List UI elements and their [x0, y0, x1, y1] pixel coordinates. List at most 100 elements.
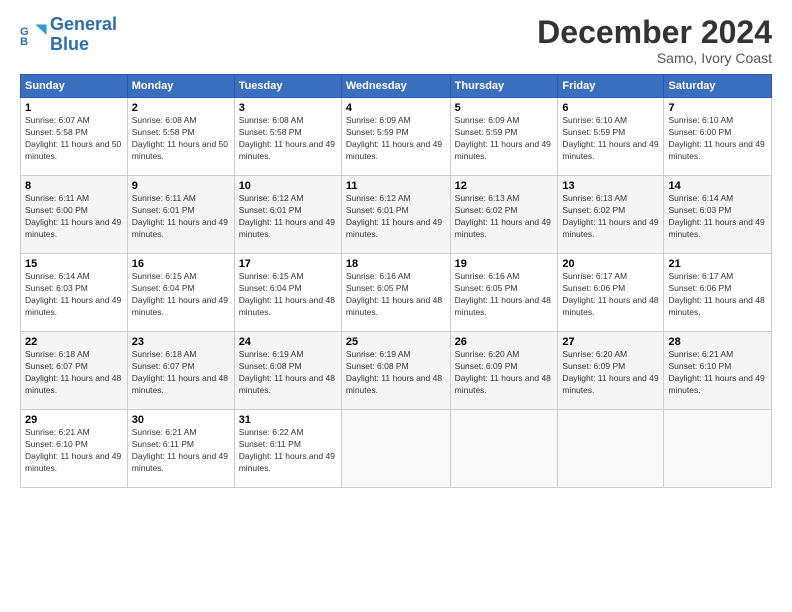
calendar-cell: 9Sunrise: 6:11 AMSunset: 6:01 PMDaylight… [127, 176, 234, 254]
day-info: Sunrise: 6:10 AMSunset: 6:00 PMDaylight:… [668, 115, 767, 163]
day-info: Sunrise: 6:16 AMSunset: 6:05 PMDaylight:… [455, 271, 554, 319]
day-info: Sunrise: 6:22 AMSunset: 6:11 PMDaylight:… [239, 427, 337, 475]
day-number: 19 [455, 258, 554, 270]
day-number: 8 [25, 180, 123, 192]
day-info: Sunrise: 6:13 AMSunset: 6:02 PMDaylight:… [455, 193, 554, 241]
day-header: Wednesday [341, 75, 450, 98]
day-info: Sunrise: 6:21 AMSunset: 6:11 PMDaylight:… [132, 427, 230, 475]
day-info: Sunrise: 6:19 AMSunset: 6:08 PMDaylight:… [239, 349, 337, 397]
day-number: 29 [25, 414, 123, 426]
calendar-cell: 26Sunrise: 6:20 AMSunset: 6:09 PMDayligh… [450, 332, 558, 410]
calendar-cell: 27Sunrise: 6:20 AMSunset: 6:09 PMDayligh… [558, 332, 664, 410]
day-header: Friday [558, 75, 664, 98]
day-info: Sunrise: 6:09 AMSunset: 5:59 PMDaylight:… [455, 115, 554, 163]
calendar-cell: 18Sunrise: 6:16 AMSunset: 6:05 PMDayligh… [341, 254, 450, 332]
calendar-cell: 4Sunrise: 6:09 AMSunset: 5:59 PMDaylight… [341, 98, 450, 176]
location-subtitle: Samo, Ivory Coast [537, 50, 772, 66]
day-info: Sunrise: 6:12 AMSunset: 6:01 PMDaylight:… [239, 193, 337, 241]
day-info: Sunrise: 6:14 AMSunset: 6:03 PMDaylight:… [25, 271, 123, 319]
calendar-cell: 1Sunrise: 6:07 AMSunset: 5:58 PMDaylight… [21, 98, 128, 176]
day-info: Sunrise: 6:09 AMSunset: 5:59 PMDaylight:… [346, 115, 446, 163]
calendar-cell: 24Sunrise: 6:19 AMSunset: 6:08 PMDayligh… [234, 332, 341, 410]
day-number: 30 [132, 414, 230, 426]
day-info: Sunrise: 6:08 AMSunset: 5:58 PMDaylight:… [239, 115, 337, 163]
day-info: Sunrise: 6:11 AMSunset: 6:00 PMDaylight:… [25, 193, 123, 241]
day-number: 9 [132, 180, 230, 192]
day-number: 2 [132, 102, 230, 114]
page: G B General Blue December 2024 Samo, Ivo… [0, 0, 792, 612]
day-number: 25 [346, 336, 446, 348]
calendar-cell [664, 410, 772, 488]
day-info: Sunrise: 6:17 AMSunset: 6:06 PMDaylight:… [562, 271, 659, 319]
day-info: Sunrise: 6:11 AMSunset: 6:01 PMDaylight:… [132, 193, 230, 241]
logo: G B General Blue [20, 15, 117, 55]
day-number: 26 [455, 336, 554, 348]
calendar-cell: 2Sunrise: 6:08 AMSunset: 5:58 PMDaylight… [127, 98, 234, 176]
day-info: Sunrise: 6:12 AMSunset: 6:01 PMDaylight:… [346, 193, 446, 241]
day-number: 24 [239, 336, 337, 348]
calendar-cell: 28Sunrise: 6:21 AMSunset: 6:10 PMDayligh… [664, 332, 772, 410]
day-number: 12 [455, 180, 554, 192]
calendar-cell: 23Sunrise: 6:18 AMSunset: 6:07 PMDayligh… [127, 332, 234, 410]
day-info: Sunrise: 6:20 AMSunset: 6:09 PMDaylight:… [562, 349, 659, 397]
day-info: Sunrise: 6:16 AMSunset: 6:05 PMDaylight:… [346, 271, 446, 319]
day-number: 5 [455, 102, 554, 114]
day-info: Sunrise: 6:10 AMSunset: 5:59 PMDaylight:… [562, 115, 659, 163]
day-number: 18 [346, 258, 446, 270]
calendar-cell: 29Sunrise: 6:21 AMSunset: 6:10 PMDayligh… [21, 410, 128, 488]
day-number: 1 [25, 102, 123, 114]
day-number: 6 [562, 102, 659, 114]
day-info: Sunrise: 6:15 AMSunset: 6:04 PMDaylight:… [132, 271, 230, 319]
calendar-cell: 31Sunrise: 6:22 AMSunset: 6:11 PMDayligh… [234, 410, 341, 488]
day-number: 16 [132, 258, 230, 270]
day-number: 14 [668, 180, 767, 192]
day-number: 11 [346, 180, 446, 192]
day-number: 28 [668, 336, 767, 348]
calendar-cell: 17Sunrise: 6:15 AMSunset: 6:04 PMDayligh… [234, 254, 341, 332]
calendar-cell: 14Sunrise: 6:14 AMSunset: 6:03 PMDayligh… [664, 176, 772, 254]
day-number: 27 [562, 336, 659, 348]
calendar-cell: 10Sunrise: 6:12 AMSunset: 6:01 PMDayligh… [234, 176, 341, 254]
svg-text:B: B [20, 36, 28, 48]
day-info: Sunrise: 6:18 AMSunset: 6:07 PMDaylight:… [25, 349, 123, 397]
day-header: Thursday [450, 75, 558, 98]
calendar-cell: 3Sunrise: 6:08 AMSunset: 5:58 PMDaylight… [234, 98, 341, 176]
title-area: December 2024 Samo, Ivory Coast [537, 15, 772, 66]
day-number: 15 [25, 258, 123, 270]
day-number: 20 [562, 258, 659, 270]
day-info: Sunrise: 6:18 AMSunset: 6:07 PMDaylight:… [132, 349, 230, 397]
calendar-cell: 21Sunrise: 6:17 AMSunset: 6:06 PMDayligh… [664, 254, 772, 332]
calendar-cell: 11Sunrise: 6:12 AMSunset: 6:01 PMDayligh… [341, 176, 450, 254]
month-title: December 2024 [537, 15, 772, 50]
calendar-cell [450, 410, 558, 488]
calendar-cell: 16Sunrise: 6:15 AMSunset: 6:04 PMDayligh… [127, 254, 234, 332]
day-header: Saturday [664, 75, 772, 98]
day-number: 17 [239, 258, 337, 270]
calendar-cell: 5Sunrise: 6:09 AMSunset: 5:59 PMDaylight… [450, 98, 558, 176]
day-info: Sunrise: 6:13 AMSunset: 6:02 PMDaylight:… [562, 193, 659, 241]
day-info: Sunrise: 6:07 AMSunset: 5:58 PMDaylight:… [25, 115, 123, 163]
calendar-cell: 22Sunrise: 6:18 AMSunset: 6:07 PMDayligh… [21, 332, 128, 410]
logo-icon: G B [20, 21, 48, 49]
day-info: Sunrise: 6:21 AMSunset: 6:10 PMDaylight:… [25, 427, 123, 475]
day-header: Monday [127, 75, 234, 98]
calendar-cell: 25Sunrise: 6:19 AMSunset: 6:08 PMDayligh… [341, 332, 450, 410]
day-info: Sunrise: 6:19 AMSunset: 6:08 PMDaylight:… [346, 349, 446, 397]
day-info: Sunrise: 6:08 AMSunset: 5:58 PMDaylight:… [132, 115, 230, 163]
day-number: 13 [562, 180, 659, 192]
day-number: 22 [25, 336, 123, 348]
day-info: Sunrise: 6:17 AMSunset: 6:06 PMDaylight:… [668, 271, 767, 319]
day-number: 31 [239, 414, 337, 426]
calendar-cell: 15Sunrise: 6:14 AMSunset: 6:03 PMDayligh… [21, 254, 128, 332]
calendar-table: SundayMondayTuesdayWednesdayThursdayFrid… [20, 74, 772, 488]
header: G B General Blue December 2024 Samo, Ivo… [20, 15, 772, 66]
calendar-cell: 7Sunrise: 6:10 AMSunset: 6:00 PMDaylight… [664, 98, 772, 176]
logo-text: General Blue [50, 15, 117, 55]
day-info: Sunrise: 6:20 AMSunset: 6:09 PMDaylight:… [455, 349, 554, 397]
calendar-cell [558, 410, 664, 488]
calendar-cell: 20Sunrise: 6:17 AMSunset: 6:06 PMDayligh… [558, 254, 664, 332]
day-number: 21 [668, 258, 767, 270]
day-number: 23 [132, 336, 230, 348]
day-number: 3 [239, 102, 337, 114]
day-header: Tuesday [234, 75, 341, 98]
